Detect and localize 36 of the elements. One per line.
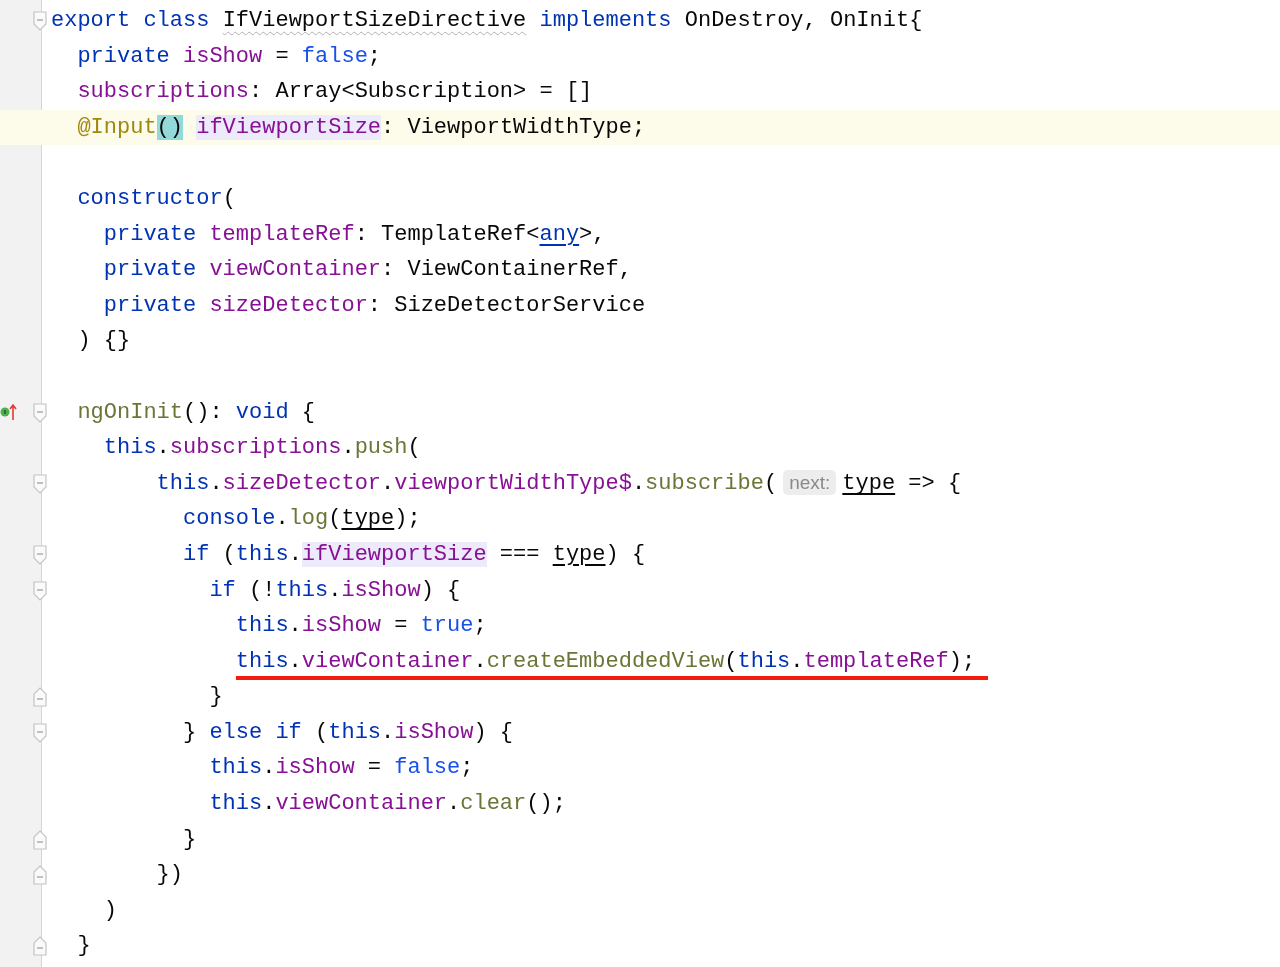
code-line: constructor(: [77, 185, 236, 211]
code-line: this.viewContainer.clear();: [209, 791, 566, 817]
code-line: this.viewContainer.createEmbeddedView(this.templateRef);: [235, 648, 976, 674]
fold-icon[interactable]: [33, 722, 47, 743]
fold-icon[interactable]: [33, 473, 47, 494]
code-line: this.subscriptions.push(: [103, 435, 421, 461]
fold-icon[interactable]: [33, 936, 47, 957]
fold-icon[interactable]: [33, 865, 47, 886]
code-line: }): [156, 862, 183, 888]
code-line: }: [209, 684, 223, 710]
code-line: private sizeDetector: SizeDetectorService: [103, 292, 646, 318]
code-line: if (!this.isShow) {: [209, 577, 461, 603]
code-line: private templateRef: TemplateRef<any>,: [103, 221, 606, 247]
implements-gutter-icon[interactable]: [0, 402, 18, 421]
code-line: subscriptions: Array<Subscription> = []: [77, 79, 593, 105]
code-line: } else if (this.isShow) {: [183, 719, 514, 745]
code-line: }: [77, 933, 91, 959]
fold-icon[interactable]: [33, 829, 47, 850]
fold-icon[interactable]: [33, 11, 47, 31]
code-line: ngOnInit(): void {: [77, 399, 316, 425]
code-line: this.isShow = false;: [209, 755, 474, 781]
code-line: ) {}: [77, 328, 131, 354]
code-line: this.sizeDetector.viewportWidthType$.subscribe( next: type => {: [156, 471, 962, 497]
code-line: console.log(type);: [183, 506, 421, 532]
fold-icon[interactable]: [33, 580, 47, 601]
fold-icon[interactable]: [33, 687, 47, 708]
code-line: @Input() ifViewportSize: ViewportWidthType;: [77, 114, 646, 140]
fold-icon[interactable]: [33, 402, 47, 423]
code-line: private viewContainer: ViewContainerRef,: [103, 257, 632, 283]
code-line: ): [103, 897, 117, 923]
code-line: export class IfViewportSizeDirective implements OnDestroy, OnInit{: [51, 8, 923, 33]
code-line: }: [183, 826, 197, 852]
fold-icon[interactable]: [33, 544, 47, 565]
code-line: if (this.ifViewportSize === type) {: [183, 541, 646, 567]
code-line: private isShow = false;: [77, 43, 382, 69]
code-line: this.isShow = true;: [235, 613, 487, 639]
